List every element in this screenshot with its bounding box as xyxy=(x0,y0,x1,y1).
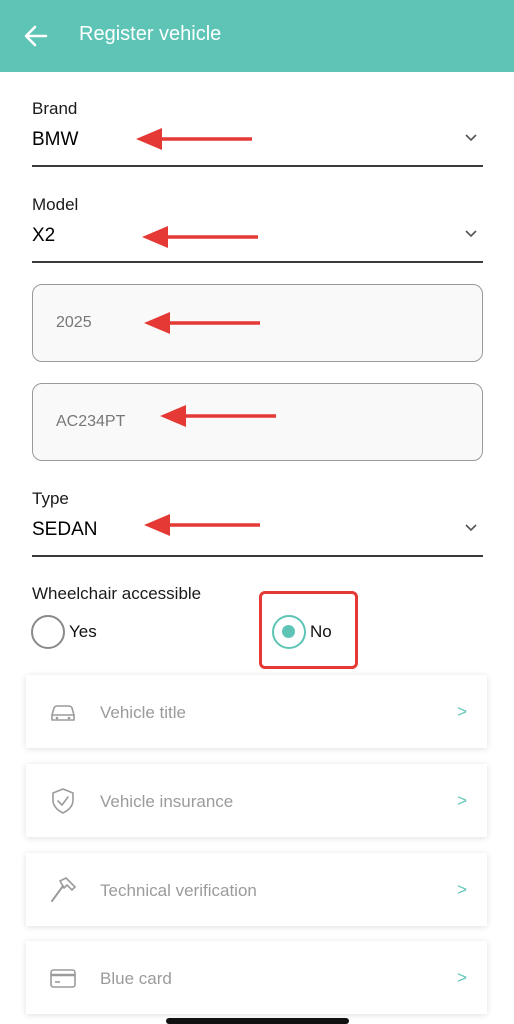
shield-check-icon xyxy=(52,788,74,814)
type-dropdown[interactable]: Type SEDAN xyxy=(32,489,483,557)
car-icon xyxy=(51,705,75,721)
plate-input[interactable] xyxy=(32,383,483,461)
arrow-left-icon[interactable] xyxy=(22,22,50,50)
brand-dropdown[interactable]: Brand BMW xyxy=(32,99,483,167)
chevron-down-icon xyxy=(465,134,477,142)
chevron-down-icon xyxy=(465,230,477,238)
radio-no[interactable]: No xyxy=(272,615,332,649)
hammer-icon xyxy=(51,877,76,902)
vehicle-insurance-label: Vehicle insurance xyxy=(100,792,234,811)
radio-circle-icon xyxy=(31,615,65,649)
chevron-right-icon: > xyxy=(457,791,467,810)
radio-yes[interactable]: Yes xyxy=(31,615,97,649)
chevron-right-icon: > xyxy=(457,702,467,721)
vehicle-title-label: Vehicle title xyxy=(100,703,186,722)
chevron-right-icon: > xyxy=(457,880,467,899)
radio-selected-icon xyxy=(272,615,306,649)
vehicle-insurance-card[interactable]: Vehicle insurance > xyxy=(26,764,487,837)
wheelchair-label: Wheelchair accessible xyxy=(32,584,202,603)
blue-card-card[interactable]: Blue card > xyxy=(26,941,487,1014)
chevron-right-icon: > xyxy=(457,968,467,987)
page-title: Register vehicle xyxy=(79,23,222,45)
radio-yes-label: Yes xyxy=(69,622,97,641)
app-bar: Register vehicle xyxy=(0,0,514,72)
year-input[interactable] xyxy=(32,284,483,362)
model-value: X2 xyxy=(32,225,56,246)
card-icon xyxy=(50,969,76,988)
chevron-down-icon xyxy=(465,524,477,532)
model-dropdown[interactable]: Model X2 xyxy=(32,195,483,263)
technical-verification-card[interactable]: Technical verification > xyxy=(26,853,487,926)
blue-card-label: Blue card xyxy=(100,969,172,988)
type-value: SEDAN xyxy=(32,519,98,540)
radio-no-label: No xyxy=(310,622,332,641)
home-indicator xyxy=(166,1018,349,1024)
brand-value: BMW xyxy=(32,129,79,150)
technical-verification-label: Technical verification xyxy=(100,881,257,900)
vehicle-title-card[interactable]: Vehicle title > xyxy=(26,675,487,748)
brand-label: Brand xyxy=(32,99,78,118)
type-label: Type xyxy=(32,489,69,508)
model-label: Model xyxy=(32,195,79,214)
